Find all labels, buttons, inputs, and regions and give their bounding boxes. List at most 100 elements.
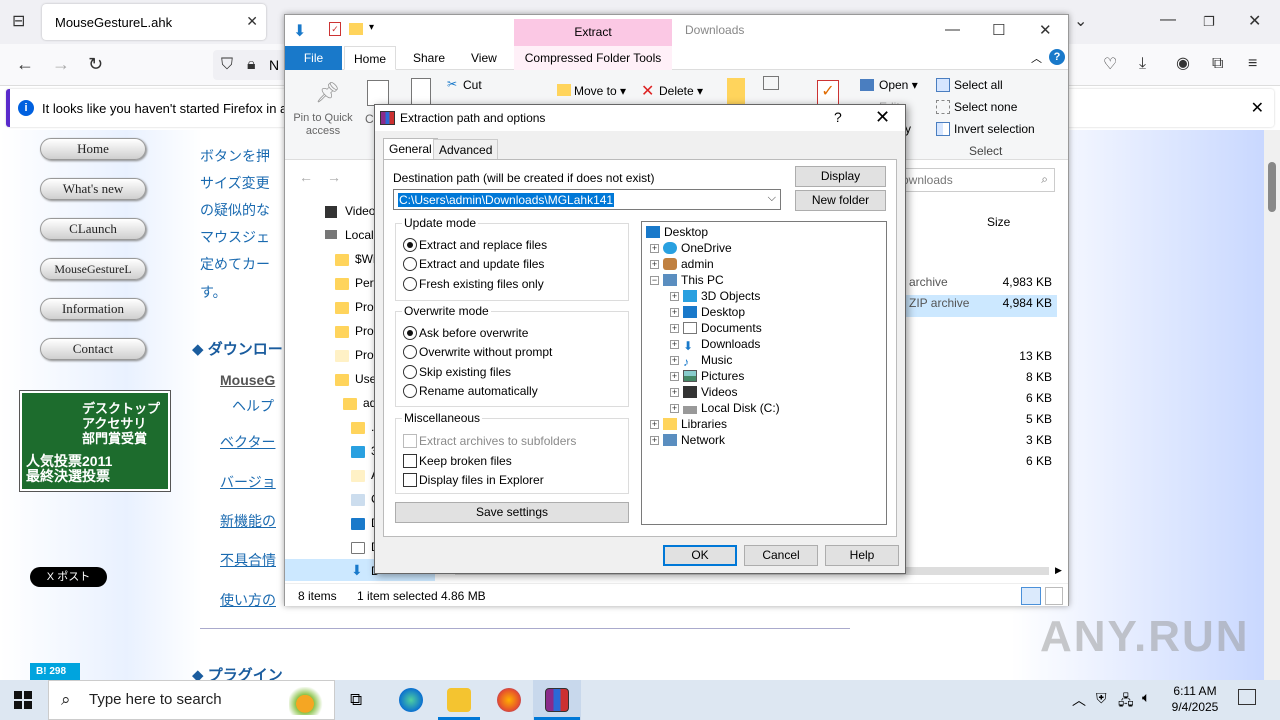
tree-node[interactable]: + Libraries: [650, 416, 727, 432]
checkbox-display-in-explorer[interactable]: Display files in Explorer: [403, 473, 544, 487]
x-post-button[interactable]: X ポスト: [30, 567, 107, 587]
firefox-taskbar-icon[interactable]: [497, 688, 521, 712]
pocket-icon[interactable]: ♡: [1103, 57, 1117, 73]
minimize-icon[interactable]: —: [1160, 12, 1176, 28]
explorer-close-icon[interactable]: ✕: [1039, 21, 1052, 39]
tab-file[interactable]: File: [285, 46, 342, 70]
tree-node[interactable]: + ♪ Music: [670, 352, 732, 368]
ribbon-collapse-icon[interactable]: ︿: [1031, 50, 1042, 66]
radio-skip-existing[interactable]: Skip existing files: [403, 365, 511, 379]
download-link[interactable]: MouseG: [220, 372, 275, 388]
nav-forward-icon[interactable]: →: [327, 169, 341, 185]
explorer-minimize-icon[interactable]: —: [945, 21, 960, 38]
tree-node[interactable]: Desktop: [646, 224, 708, 240]
radio-extract-update[interactable]: Extract and update files: [403, 257, 544, 271]
scroll-right-icon[interactable]: ▶: [1055, 565, 1062, 576]
tab-view[interactable]: View: [471, 46, 497, 70]
tree-node[interactable]: + OneDrive: [650, 240, 732, 256]
nav-home[interactable]: Home: [40, 138, 146, 160]
nav-contact[interactable]: Contact: [40, 338, 146, 360]
back-icon[interactable]: ←: [16, 55, 34, 73]
expand-icon[interactable]: +: [670, 356, 679, 365]
size-column-header[interactable]: Size: [987, 215, 1010, 229]
collapse-icon[interactable]: −: [650, 276, 659, 285]
large-icons-view-icon[interactable]: [1045, 587, 1063, 605]
account-icon[interactable]: ◉: [1176, 56, 1190, 72]
folder-icon[interactable]: [349, 23, 363, 35]
expand-icon[interactable]: +: [650, 436, 659, 445]
new-folder-button[interactable]: New folder: [795, 190, 886, 211]
nav-whats-new[interactable]: What's new: [40, 178, 146, 200]
tree-node[interactable]: + Local Disk (C:): [670, 400, 780, 416]
move-to-button[interactable]: Move to ▾: [574, 84, 626, 98]
scrollbar-thumb[interactable]: [1268, 162, 1276, 212]
chevron-down-icon[interactable]: ⌵: [768, 192, 776, 205]
page-scrollbar[interactable]: [1264, 130, 1280, 680]
close-window-icon[interactable]: ✕: [1248, 14, 1261, 30]
properties-icon[interactable]: ✓: [329, 22, 341, 36]
tab-advanced[interactable]: Advanced: [433, 139, 499, 159]
explorer-maximize-icon[interactable]: ☐: [992, 21, 1005, 39]
start-button[interactable]: [14, 691, 32, 709]
help-button[interactable]: Help: [825, 545, 899, 566]
volume-icon[interactable]: 🔈︎: [1142, 689, 1150, 706]
expand-icon[interactable]: +: [670, 308, 679, 317]
folder-tree[interactable]: Desktop + OneDrive + admin − This PC +3D Ob…: [641, 221, 887, 525]
tab-home[interactable]: Home: [344, 46, 396, 70]
security-icon[interactable]: ⛨: [1096, 690, 1107, 707]
details-view-icon[interactable]: [1021, 587, 1041, 605]
radio-ask-before-overwrite[interactable]: Ask before overwrite: [403, 326, 528, 340]
downloads-icon[interactable]: ⤓: [1139, 56, 1146, 72]
pin-quick-access-button[interactable]: Pin to Quick access: [291, 112, 355, 138]
tab-share[interactable]: Share: [413, 46, 445, 70]
invert-selection-button[interactable]: Invert selection: [954, 122, 1035, 136]
radio-rename-automatically[interactable]: Rename automatically: [403, 384, 538, 398]
nav-tree-item[interactable]: Video: [345, 204, 375, 218]
version-link[interactable]: バージョ: [220, 472, 276, 492]
menu-icon[interactable]: ≡: [1248, 56, 1257, 72]
show-hidden-icons-icon[interactable]: ︿: [1072, 690, 1086, 710]
expand-icon[interactable]: +: [650, 244, 659, 253]
context-help-icon[interactable]: ?: [834, 109, 842, 125]
nav-back-icon[interactable]: ←: [299, 169, 313, 185]
checkbox-extract-to-subfolders[interactable]: Extract archives to subfolders: [403, 434, 576, 448]
extensions-icon[interactable]: ⧉: [1212, 56, 1223, 72]
expand-icon[interactable]: +: [650, 420, 659, 429]
ok-button[interactable]: OK: [663, 545, 737, 566]
save-settings-button[interactable]: Save settings: [395, 502, 629, 523]
help-icon[interactable]: ?: [1049, 49, 1065, 65]
forward-icon[interactable]: →: [52, 55, 70, 73]
nav-clanuch[interactable]: CLaunch: [40, 218, 146, 240]
destination-path-value[interactable]: C:\Users\admin\Downloads\MGLahk141: [398, 193, 615, 207]
radio-overwrite-without-prompt[interactable]: Overwrite without prompt: [403, 345, 552, 359]
expand-icon[interactable]: +: [650, 260, 659, 269]
new-features-link[interactable]: 新機能の: [220, 511, 276, 531]
tree-node[interactable]: − This PC: [650, 272, 724, 288]
vector-link[interactable]: ベクター: [220, 432, 275, 452]
tree-node[interactable]: + Desktop: [670, 304, 745, 320]
open-button[interactable]: Open ▾: [879, 78, 918, 92]
expand-icon[interactable]: +: [670, 372, 679, 381]
cancel-button[interactable]: Cancel: [744, 545, 818, 566]
close-tab-icon[interactable]: ✕: [246, 13, 258, 30]
tab-list-icon[interactable]: ⌄: [1074, 14, 1087, 30]
checkbox-keep-broken-files[interactable]: Keep broken files: [403, 454, 512, 468]
radio-extract-replace[interactable]: Extract and replace files: [403, 238, 547, 252]
task-view-icon[interactable]: ⧉: [350, 690, 362, 710]
select-all-button[interactable]: Select all: [954, 78, 1003, 92]
close-notice-icon[interactable]: ✕: [1251, 98, 1264, 118]
cut-button[interactable]: Cut: [463, 78, 482, 92]
taskbar-search-box[interactable]: ⌕ Type here to search: [48, 680, 335, 720]
network-icon[interactable]: 🖧︎: [1118, 690, 1134, 714]
usage-link[interactable]: 使い方の: [220, 590, 276, 610]
tree-node[interactable]: + Documents: [670, 320, 762, 336]
browser-tab[interactable]: MouseGestureL.ahk ✕: [42, 4, 266, 40]
display-button[interactable]: Display: [795, 166, 886, 187]
expand-icon[interactable]: +: [670, 388, 679, 397]
explorer-search-input[interactable]: ownloads ⌕: [895, 168, 1055, 192]
destination-path-combo[interactable]: C:\Users\admin\Downloads\MGLahk141 ⌵: [393, 189, 781, 210]
radio-fresh-existing[interactable]: Fresh existing files only: [403, 277, 544, 291]
lock-icon[interactable]: 🔒︎: [247, 57, 256, 73]
bug-info-link[interactable]: 不具合情: [220, 550, 276, 570]
dialog-close-icon[interactable]: ✕: [875, 107, 890, 128]
